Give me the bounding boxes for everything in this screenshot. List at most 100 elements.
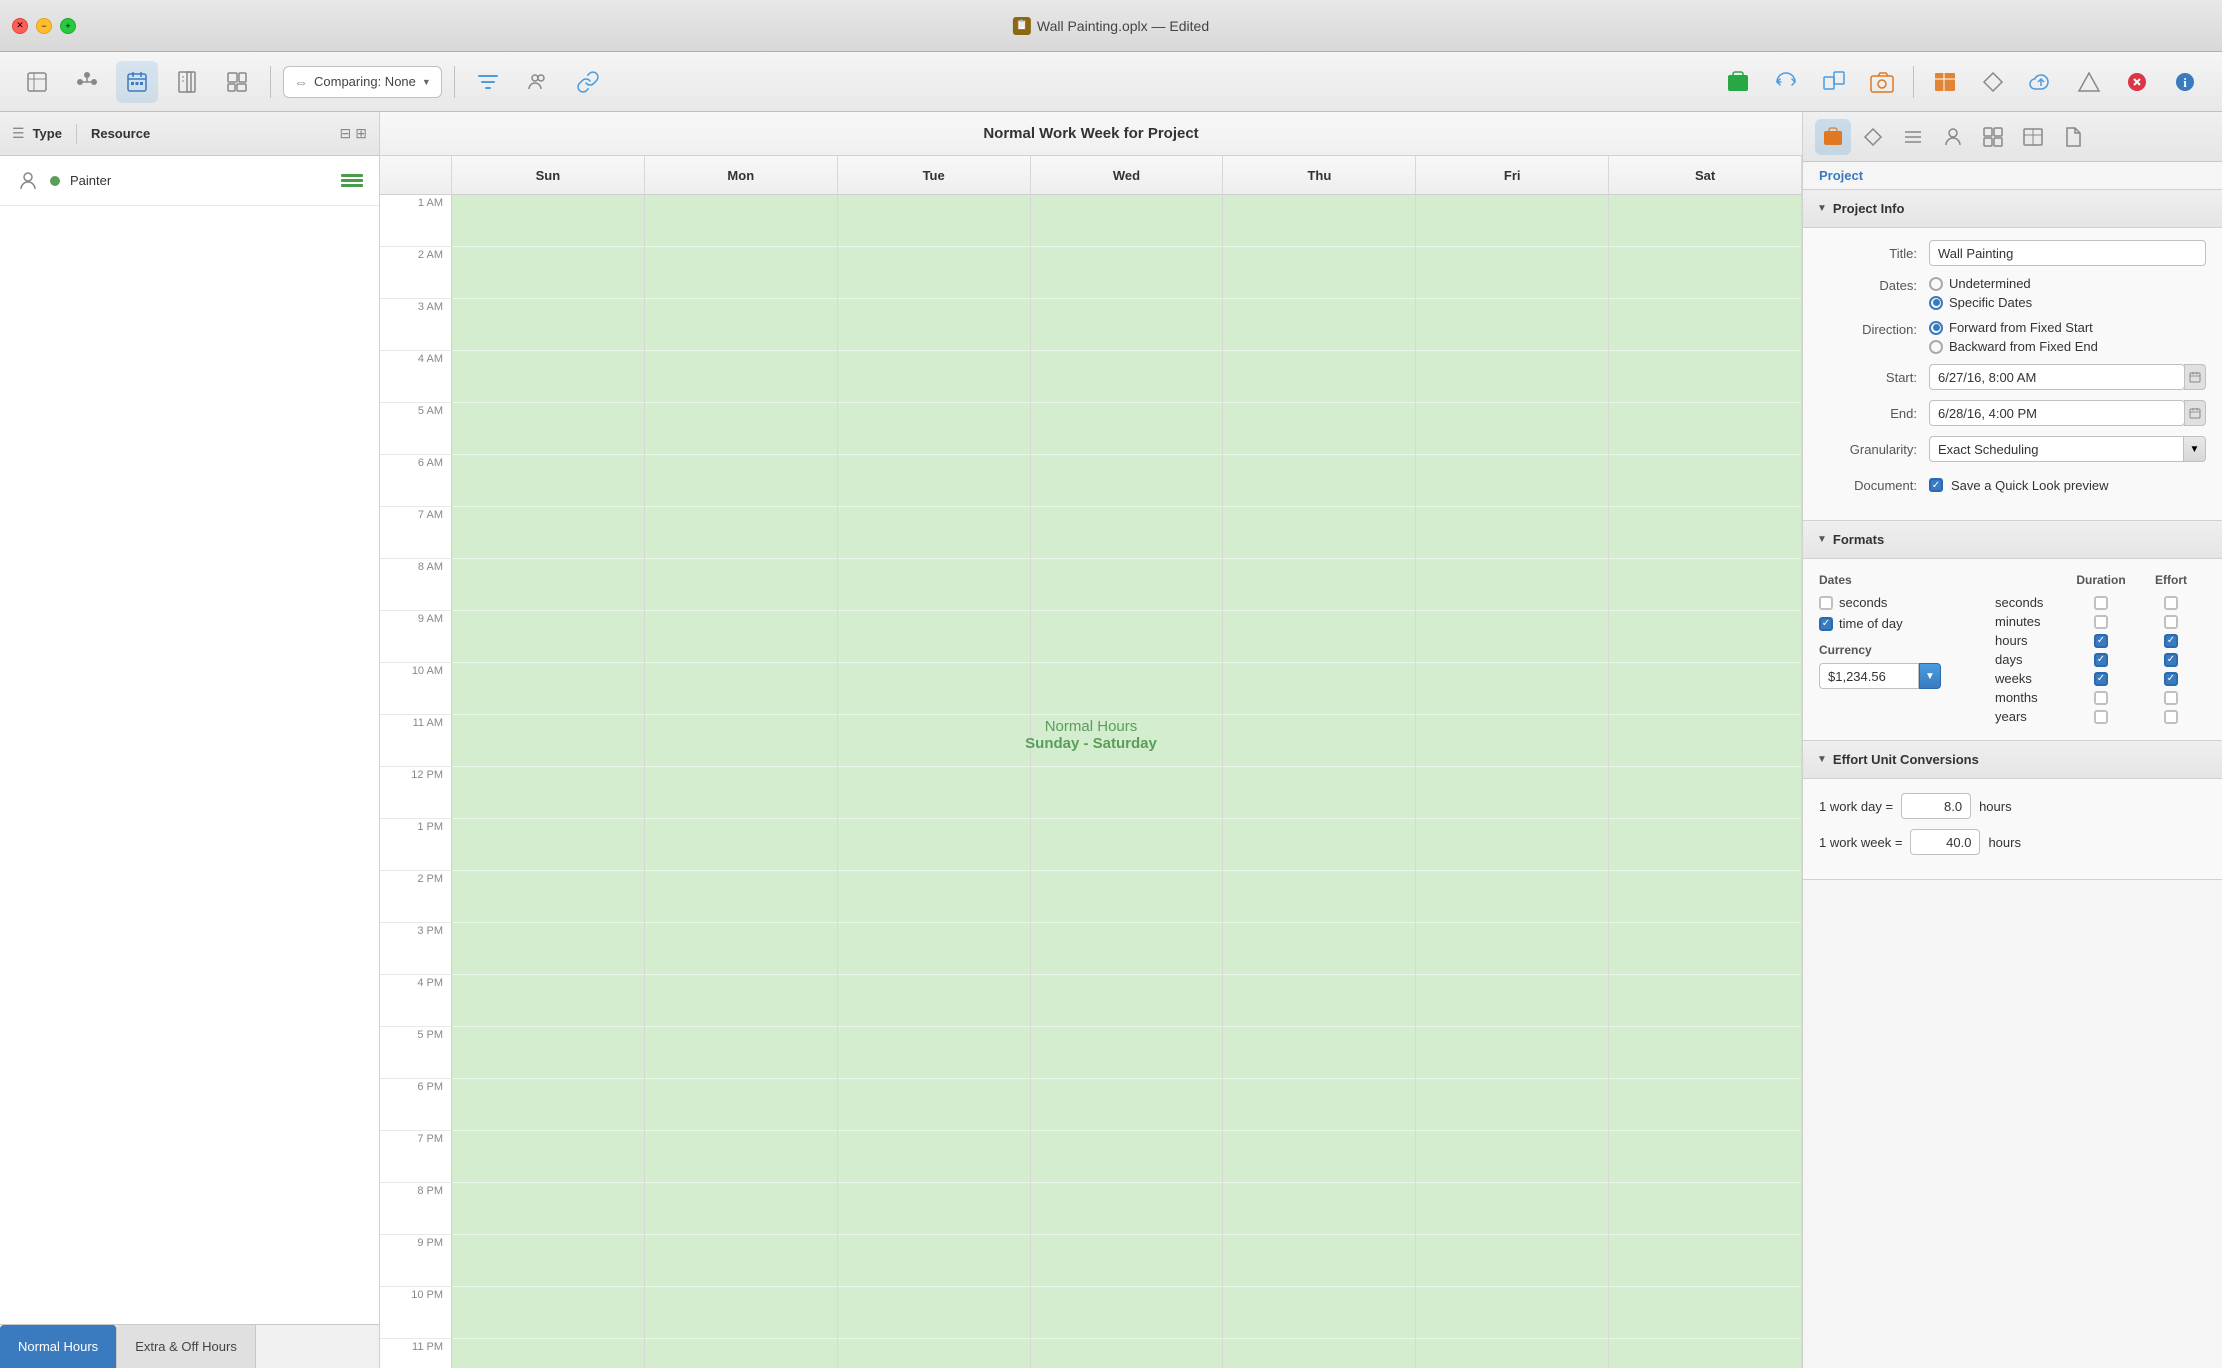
comparing-dropdown[interactable]: ⇔ Comparing: None ▼ (283, 66, 442, 98)
ef-minutes-checkbox[interactable] (2164, 615, 2178, 629)
effort-conversions-header[interactable]: ▼ Effort Unit Conversions (1803, 741, 2222, 779)
day-col-tue[interactable] (838, 195, 1031, 1368)
toolbar-projects-btn[interactable] (1717, 61, 1759, 103)
project-info-header[interactable]: ▼ Project Info (1803, 190, 2222, 228)
ef-days-checkbox[interactable]: ✓ (2164, 653, 2178, 667)
granularity-arrow[interactable]: ▼ (2184, 436, 2206, 462)
insp-lines-btn[interactable] (1895, 119, 1931, 155)
tab-extra-off-hours[interactable]: Extra & Off Hours (117, 1325, 256, 1368)
toolbar-filter-btn[interactable] (467, 61, 509, 103)
seconds-checkbox[interactable] (1819, 596, 1833, 610)
specific-dates-radio-row[interactable]: Specific Dates (1929, 295, 2206, 310)
toolbar-dashboard-btn[interactable] (216, 61, 258, 103)
day-col-wed[interactable] (1031, 195, 1224, 1368)
dates-field-row: Dates: Undetermined Specific (1819, 276, 2206, 310)
ef-years-check[interactable] (2136, 707, 2206, 726)
document-checkbox-row[interactable]: ✓ Save a Quick Look preview (1929, 478, 2206, 493)
time-1am: 1 AM (380, 195, 451, 247)
toolbar-stop-btn[interactable] (2116, 61, 2158, 103)
ef-seconds-check[interactable] (2136, 593, 2206, 612)
dur-minutes-check[interactable] (2066, 612, 2136, 631)
start-input[interactable] (1929, 364, 2185, 390)
document-checkbox[interactable]: ✓ (1929, 478, 1943, 492)
formats-header[interactable]: ▼ Formats (1803, 521, 2222, 559)
backward-radio[interactable] (1929, 340, 1943, 354)
forward-radio[interactable] (1929, 321, 1943, 335)
dur-seconds-checkbox[interactable] (2094, 596, 2108, 610)
dur-minutes-checkbox[interactable] (2094, 615, 2108, 629)
toolbar-gantt-btn[interactable] (16, 61, 58, 103)
toolbar-table-btn[interactable] (1924, 61, 1966, 103)
resource-row[interactable]: Painter (0, 156, 379, 206)
ef-minutes-check[interactable] (2136, 612, 2206, 631)
end-cal-btn[interactable] (2184, 400, 2206, 426)
dur-months-check[interactable] (2066, 688, 2136, 707)
forward-radio-row[interactable]: Forward from Fixed Start (1929, 320, 2206, 335)
ef-seconds-checkbox[interactable] (2164, 596, 2178, 610)
toolbar-report-btn[interactable] (166, 61, 208, 103)
toolbar-diamond-btn[interactable] (1972, 61, 2014, 103)
dur-years-checkbox[interactable] (2094, 710, 2108, 724)
work-week-input[interactable] (1910, 829, 1980, 855)
undetermined-radio-row[interactable]: Undetermined (1929, 276, 2206, 291)
insp-table-btn[interactable] (2015, 119, 2051, 155)
ef-hours-checkbox[interactable]: ✓ (2164, 634, 2178, 648)
dur-years-check[interactable] (2066, 707, 2136, 726)
minimize-button[interactable]: − (36, 18, 52, 34)
dur-hours-checkbox[interactable]: ✓ (2094, 634, 2108, 648)
ef-days-check[interactable]: ✓ (2136, 650, 2206, 669)
insp-doc-btn[interactable] (2055, 119, 2091, 155)
dur-days-checkbox[interactable]: ✓ (2094, 653, 2108, 667)
toolbar-camera-btn[interactable] (1861, 61, 1903, 103)
insp-grid-btn[interactable] (1975, 119, 2011, 155)
toolbar-link-btn[interactable] (567, 61, 609, 103)
dur-seconds-check[interactable] (2066, 593, 2136, 612)
specific-dates-radio[interactable] (1929, 296, 1943, 310)
toolbar-share-btn[interactable] (1813, 61, 1855, 103)
effort-header: Effort (2136, 573, 2206, 587)
end-input[interactable] (1929, 400, 2185, 426)
toolbar-triangle-btn[interactable] (2068, 61, 2110, 103)
title-input[interactable] (1929, 240, 2206, 266)
insp-project-btn[interactable] (1815, 119, 1851, 155)
toolbar-info-btn[interactable]: i (2164, 61, 2206, 103)
ef-hours-check[interactable]: ✓ (2136, 631, 2206, 650)
start-cal-btn[interactable] (2184, 364, 2206, 390)
work-day-input[interactable] (1901, 793, 1971, 819)
dur-weeks-checkbox[interactable]: ✓ (2094, 672, 2108, 686)
filter-col-icon[interactable]: ⊟ (340, 125, 352, 142)
seconds-check-row[interactable]: seconds (1819, 595, 1979, 610)
granularity-select[interactable]: Exact Scheduling (1929, 436, 2184, 462)
day-col-mon[interactable] (645, 195, 838, 1368)
currency-arrow[interactable]: ▼ (1919, 663, 1941, 689)
toolbar-sync-btn[interactable] (1765, 61, 1807, 103)
toolbar-network-btn[interactable] (66, 61, 108, 103)
day-col-sun[interactable] (452, 195, 645, 1368)
dur-weeks-check[interactable]: ✓ (2066, 669, 2136, 688)
toolbar-cloud-btn[interactable] (2020, 61, 2062, 103)
settings-col-icon[interactable]: ⊞ (355, 125, 367, 142)
ef-years-checkbox[interactable] (2164, 710, 2178, 724)
day-col-thu[interactable] (1223, 195, 1416, 1368)
close-button[interactable]: ✕ (12, 18, 28, 34)
dur-hours-check[interactable]: ✓ (2066, 631, 2136, 650)
dur-months-checkbox[interactable] (2094, 691, 2108, 705)
day-col-sat[interactable] (1609, 195, 1802, 1368)
backward-radio-row[interactable]: Backward from Fixed End (1929, 339, 2206, 354)
ef-weeks-checkbox[interactable]: ✓ (2164, 672, 2178, 686)
toolbar-people-btn[interactable] (517, 61, 559, 103)
time-of-day-check-row[interactable]: ✓ time of day (1819, 616, 1979, 631)
ef-weeks-check[interactable]: ✓ (2136, 669, 2206, 688)
ef-months-check[interactable] (2136, 688, 2206, 707)
ef-months-checkbox[interactable] (2164, 691, 2178, 705)
maximize-button[interactable]: + (60, 18, 76, 34)
currency-input[interactable] (1819, 663, 1919, 689)
insp-diamond-btn[interactable] (1855, 119, 1891, 155)
undetermined-radio[interactable] (1929, 277, 1943, 291)
insp-person-btn[interactable] (1935, 119, 1971, 155)
time-of-day-checkbox[interactable]: ✓ (1819, 617, 1833, 631)
dur-days-check[interactable]: ✓ (2066, 650, 2136, 669)
day-col-fri[interactable] (1416, 195, 1609, 1368)
tab-normal-hours[interactable]: Normal Hours (0, 1325, 117, 1368)
toolbar-calendar-btn[interactable] (116, 61, 158, 103)
